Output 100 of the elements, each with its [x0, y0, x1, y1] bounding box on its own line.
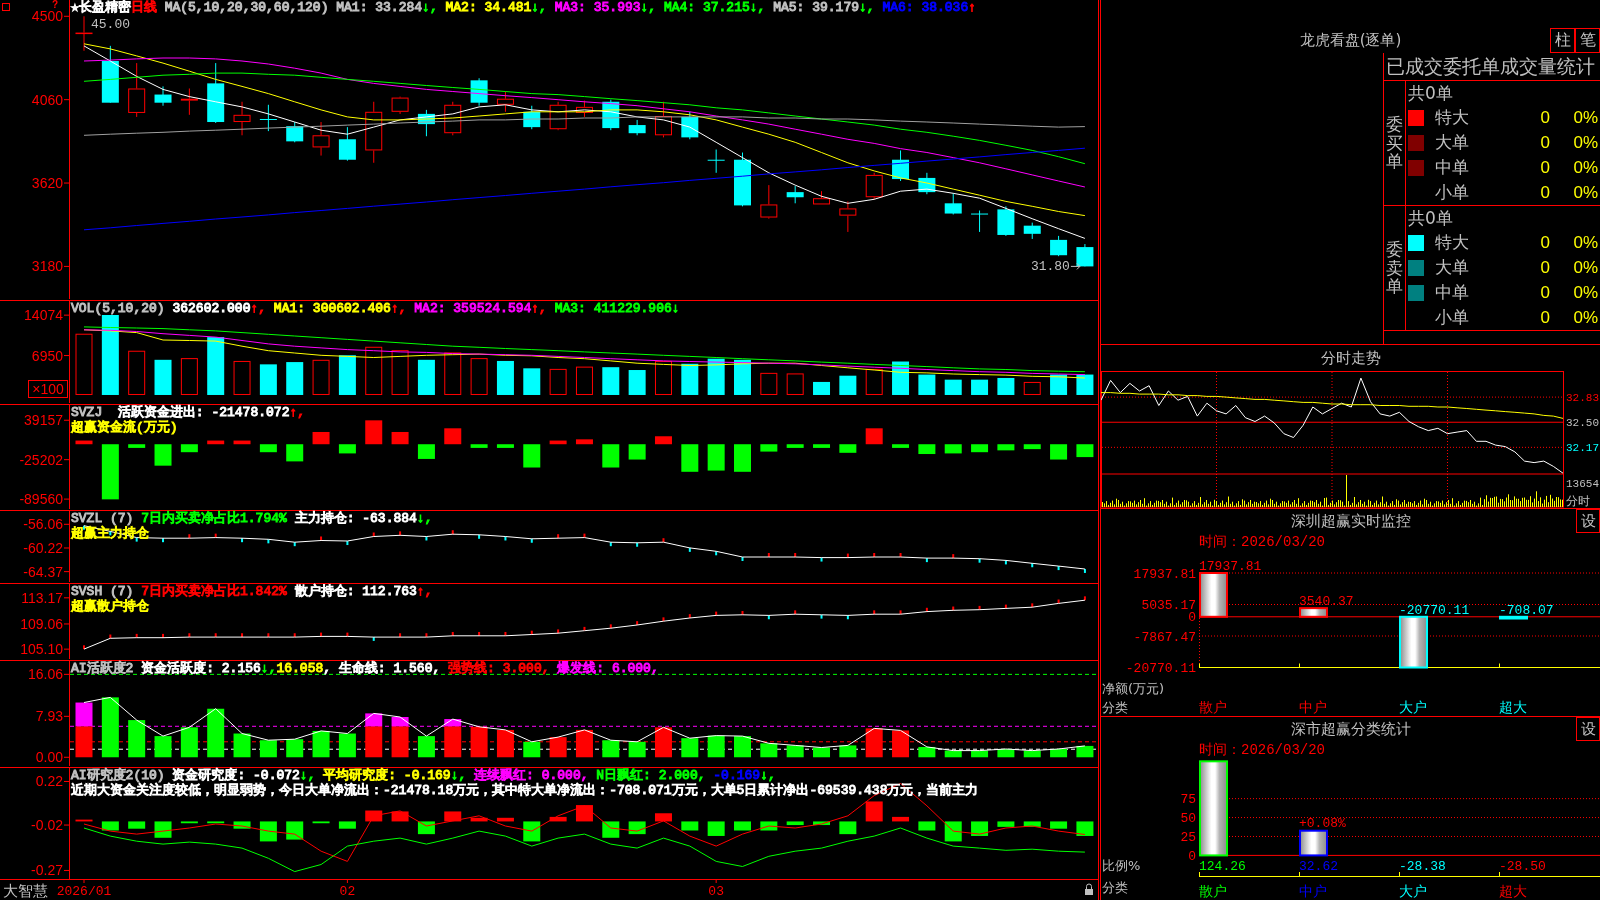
axis-title: 分类 [1102, 700, 1128, 715]
section-title: 深市超赢分类统计 [1290, 719, 1411, 739]
candle [180, 88, 198, 116]
data-label: -20770.11 [1399, 602, 1470, 618]
candle [286, 121, 304, 143]
candle [101, 45, 119, 104]
date-label: 03 [708, 884, 724, 899]
candle [734, 152, 751, 207]
candle [75, 15, 93, 52]
order-total: 共0单 [1408, 208, 1453, 228]
order-type-label: 中单 [1435, 282, 1469, 302]
panel-title: 龙虎看盘(逐单) [1299, 31, 1402, 50]
indicator-legend: ★长盈精密日线 MA(5,10,20,30,60,120) MA1: 33.284↓, MA2: 34.481↓, MA3: 35.993↓, MA4: 37.215↓, MA5: 39.179↓, MA6: 38.036↑ [71, 0, 977, 15]
axis-label: 32.17 [1566, 442, 1599, 455]
candle [128, 62, 146, 118]
order-percent: 0% [1573, 282, 1598, 302]
view-mode-button[interactable]: 笔 [1575, 28, 1600, 53]
indicator-legend: SVZJ 活跃资金进出: -21478.072↑, [71, 405, 306, 420]
indicator-legend: VOL(5,10,20) 362602.000↑, MA1: 300602.406↑, MA2: 359524.594↑, MA3: 411229.906↓ [71, 301, 680, 316]
price-label: 31.80 [1030, 259, 1070, 275]
arrow-icon [1070, 262, 1081, 270]
candle [1076, 243, 1094, 267]
category-label: 中户 [1299, 699, 1327, 715]
section-title: 深圳超赢实时监控 [1290, 511, 1411, 531]
indicator-legend: 超赢资金流(万元) [71, 420, 178, 435]
candle [1023, 222, 1041, 240]
axis-label: -25202 [19, 451, 70, 468]
axis-label: 3620 [31, 175, 70, 192]
axis-label: -0.02 [31, 817, 70, 834]
axis-label: -7867.47 [1133, 629, 1196, 645]
candle [259, 104, 277, 132]
axis-label: 17937.81 [1133, 566, 1196, 582]
date-label: 02 [339, 884, 356, 899]
candle [233, 101, 251, 136]
order-type-label: 中单 [1435, 157, 1469, 177]
order-count: 0 [1540, 107, 1550, 128]
candle [1050, 235, 1068, 257]
candle [207, 62, 225, 124]
axis-label: 0.22 [35, 773, 70, 790]
indicator-legend: SVSH (7) 7日内买卖净占比1.842% 散户持仓: 112.763↑, [71, 584, 433, 599]
order-percent: 0% [1573, 157, 1598, 177]
axis-label: 4060 [31, 91, 70, 108]
candle [760, 184, 778, 220]
square-icon [2, 3, 10, 11]
order-type-label: 小单 [1435, 307, 1469, 327]
order-count: 0 [1540, 157, 1550, 178]
axis-label: 6950 [31, 347, 70, 364]
order-percent: 0% [1573, 107, 1598, 127]
indicator-legend: AI研究度2(10) 资金研究度: -0.072↓, 平均研究度: -0.169↓, 连续飘红: 0.000, N日飘红: 2.000, -0.169↓, [71, 768, 776, 783]
candle [523, 105, 541, 130]
candle [154, 85, 172, 107]
data-label: 17937.81 [1199, 559, 1262, 574]
order-count: 0 [1540, 257, 1550, 278]
candle [786, 185, 804, 204]
y-tick-label: 7.93 [35, 708, 64, 725]
view-mode-button[interactable]: 柱 [1550, 28, 1575, 53]
settings-button[interactable]: 设 [1576, 509, 1600, 533]
axis-label: 13654 [1566, 478, 1599, 490]
axis-label: 75 [1180, 792, 1196, 808]
category-label: 大户 [1399, 699, 1427, 715]
candle [549, 101, 567, 131]
y-tick-label: -0.27 [31, 862, 64, 879]
candle [365, 101, 383, 164]
candle [312, 121, 330, 157]
order-percent: 0% [1573, 232, 1598, 252]
axis-label: -60.22 [23, 540, 70, 556]
order-type-label: 小单 [1435, 182, 1469, 202]
order-percent: 0% [1573, 307, 1598, 327]
axis-label: -20770.11 [1125, 661, 1196, 676]
axis-label: 14074 [24, 307, 70, 324]
indicator-legend: AI活跃度2 资金活跃度: 2.156↓,16.058, 生命线: 1.560, 强势线: 3.000, 爆发线: 6.000, [71, 661, 659, 676]
y-tick-label: 6950 [31, 347, 64, 364]
help-mark[interactable]: ? [52, 0, 59, 10]
candle [707, 149, 725, 174]
order-type-label: 特大 [1435, 107, 1469, 127]
candle [813, 190, 830, 205]
y-tick-label: 3620 [31, 175, 64, 192]
brand-label: 大智慧 [3, 882, 48, 900]
data-label: -708.07 [1499, 602, 1554, 618]
candle [681, 111, 699, 140]
group-label: 委卖单 [1386, 239, 1403, 297]
order-percent: 0% [1573, 182, 1598, 202]
axis-label: -64.37 [23, 563, 70, 580]
indicator-legend: SVZL (7) 7日内买卖净占比1.794% 主力持仓: -63.884↓, [71, 511, 433, 526]
candle [338, 126, 356, 162]
order-total: 共0单 [1408, 83, 1453, 103]
axis-label: 32.50 [1566, 417, 1599, 430]
candle [444, 101, 462, 136]
candle [865, 172, 883, 200]
unit-label: ×100 [28, 380, 68, 398]
candle [892, 149, 910, 182]
candle [417, 109, 435, 137]
candle [655, 101, 672, 138]
axis-label: -0.27 [31, 862, 70, 879]
order-count: 0 [1540, 182, 1550, 203]
y-tick-label: 4060 [31, 91, 64, 108]
axis-label: 4500 [31, 8, 70, 25]
settings-button[interactable]: 设 [1576, 717, 1600, 741]
axis-label: 109.06 [20, 615, 70, 632]
price-label: 45.00 [91, 17, 130, 33]
